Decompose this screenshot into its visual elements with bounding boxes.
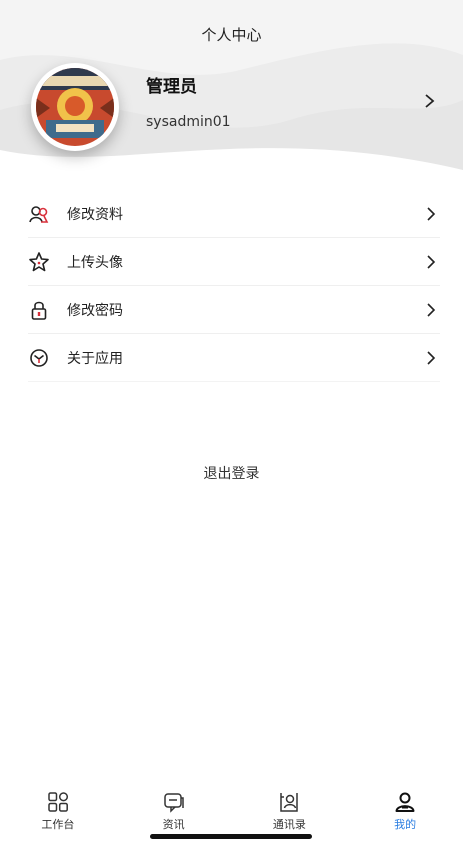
menu-item-label: 关于应用: [67, 350, 123, 367]
chevron-right-icon: [424, 350, 438, 366]
user-edit-icon: [28, 203, 50, 225]
chevron-right-icon: [424, 206, 438, 222]
page-title: 个人中心: [201, 26, 262, 44]
menu-item-label: 修改密码: [67, 302, 123, 319]
home-indicator: [150, 834, 312, 839]
chat-icon: [162, 790, 186, 814]
menu-item-label: 修改资料: [67, 206, 123, 223]
logout-button[interactable]: 退出登录: [0, 463, 463, 483]
avatar-image: [36, 68, 114, 146]
menu-item-upload-avatar[interactable]: 上传头像: [28, 238, 440, 286]
chevron-right-icon: [424, 254, 438, 270]
user-account: sysadmin01: [146, 114, 231, 130]
tab-label: 工作台: [41, 818, 75, 831]
star-icon: [28, 251, 50, 273]
lock-icon: [28, 299, 50, 321]
menu-item-edit-profile[interactable]: 修改资料: [28, 190, 440, 238]
menu-item-label: 上传头像: [67, 254, 123, 271]
info-cube-icon: [28, 347, 50, 369]
settings-menu: 修改资料 上传头像 修改密码 关于应用: [28, 190, 440, 382]
tab-label: 资讯: [162, 818, 185, 831]
grid-icon: [46, 790, 70, 814]
tab-workbench[interactable]: 工作台: [0, 785, 116, 846]
user-name: 管理员: [146, 77, 197, 97]
tab-mine[interactable]: 我的: [347, 785, 463, 846]
person-icon: [393, 790, 417, 814]
tab-label: 我的: [394, 818, 417, 831]
menu-item-about-app[interactable]: 关于应用: [28, 334, 440, 382]
tab-label: 通讯录: [272, 818, 306, 831]
menu-item-change-password[interactable]: 修改密码: [28, 286, 440, 334]
contacts-icon: [277, 790, 301, 814]
chevron-right-icon: [424, 302, 438, 318]
chevron-right-icon[interactable]: [420, 92, 438, 110]
avatar[interactable]: [31, 63, 119, 151]
